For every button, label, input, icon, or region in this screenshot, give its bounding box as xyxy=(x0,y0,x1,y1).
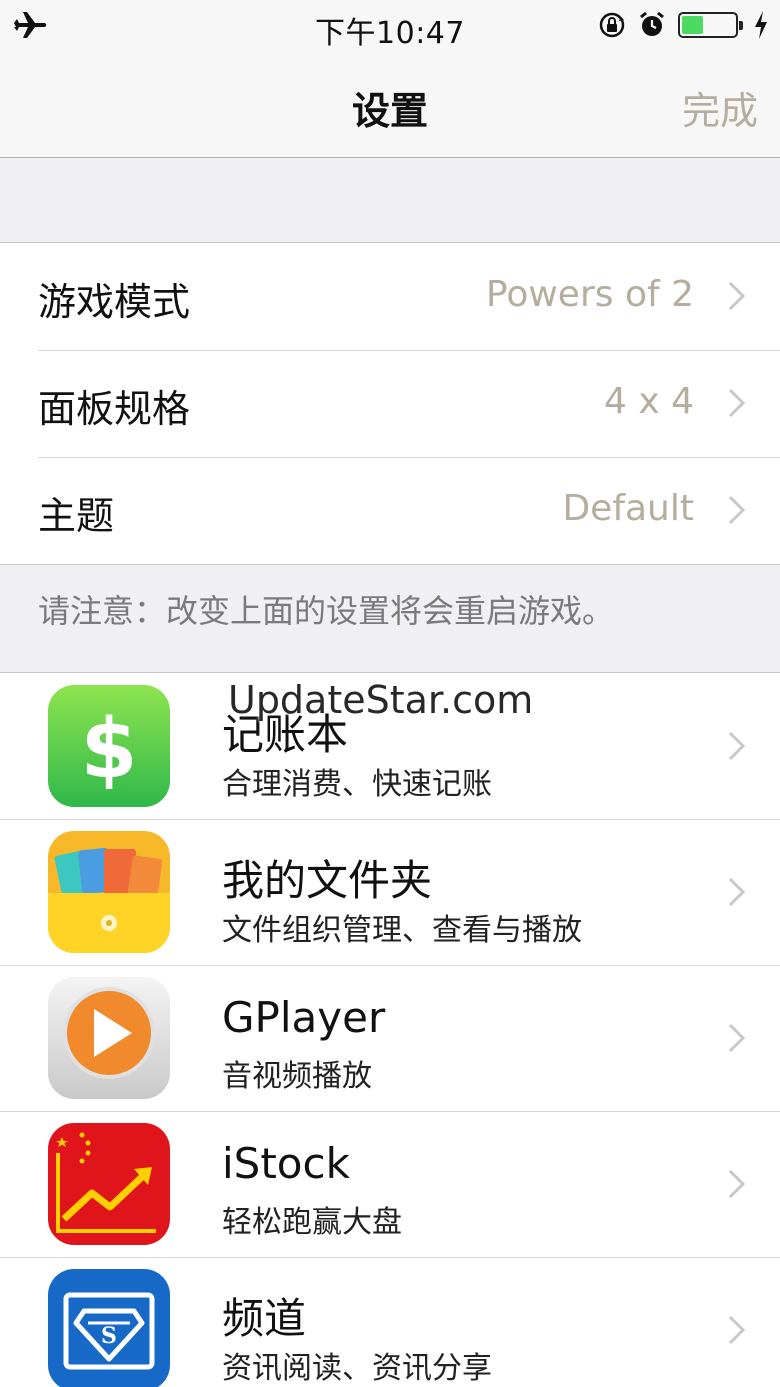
chevron-right-icon xyxy=(728,731,746,761)
dollar-icon: $ xyxy=(48,685,170,807)
app-description: 音视频播放 xyxy=(222,1059,372,1094)
app-name: GPlayer xyxy=(222,993,386,1042)
navigation-bar: 设置 完成 xyxy=(0,50,780,158)
settings-footer-note: 请注意：改变上面的设置将会重启游戏。 xyxy=(38,592,615,630)
chevron-right-icon xyxy=(728,281,746,311)
setting-value: Default xyxy=(562,488,694,529)
chevron-right-icon xyxy=(728,1169,746,1199)
setting-label: 面板规格 xyxy=(38,387,191,431)
setting-row-game-mode[interactable]: 游戏模式 Powers of 2 xyxy=(0,243,780,350)
svg-text:S: S xyxy=(101,1323,117,1349)
svg-text:$: $ xyxy=(80,702,137,797)
app-item-channel[interactable]: S 频道 资讯阅读、资讯分享 xyxy=(0,1257,780,1387)
page-title: 设置 xyxy=(351,89,428,133)
app-name: 我的文件夹 xyxy=(222,856,433,905)
charging-bolt-icon xyxy=(755,11,767,39)
app-description: 轻松跑赢大盘 xyxy=(222,1205,402,1240)
app-description: 资讯阅读、资讯分享 xyxy=(222,1351,492,1386)
shield-s-icon: S xyxy=(48,1269,170,1387)
stock-chart-icon xyxy=(48,1123,170,1245)
setting-value: Powers of 2 xyxy=(485,274,694,315)
status-bar: 下午10:47 xyxy=(0,0,780,51)
settings-group: 游戏模式 Powers of 2 面板规格 4 x 4 主题 Default xyxy=(0,242,780,565)
setting-row-board-size[interactable]: 面板规格 4 x 4 xyxy=(0,350,780,457)
chevron-right-icon xyxy=(728,1315,746,1345)
app-name: iStock xyxy=(222,1139,350,1188)
app-list: $ 记账本 合理消费、快速记账 我的文件夹 文件组织管理、查看与播放 GPlay… xyxy=(0,672,780,1387)
app-description: 合理消费、快速记账 xyxy=(222,767,492,802)
app-description: 文件组织管理、查看与播放 xyxy=(222,913,582,948)
folder-icon xyxy=(48,831,170,953)
alarm-icon xyxy=(640,11,664,36)
chevron-right-icon xyxy=(728,388,746,418)
play-icon xyxy=(48,977,170,1099)
setting-row-theme[interactable]: 主题 Default xyxy=(0,457,780,564)
battery-icon xyxy=(678,12,743,38)
chevron-right-icon xyxy=(728,1023,746,1053)
done-button[interactable]: 完成 xyxy=(682,80,758,135)
rotation-lock-icon xyxy=(599,12,625,38)
setting-label: 游戏模式 xyxy=(38,280,191,324)
app-item-gplayer[interactable]: GPlayer 音视频播放 xyxy=(0,965,780,1111)
chevron-right-icon xyxy=(728,495,746,525)
chevron-right-icon xyxy=(728,877,746,907)
setting-label: 主题 xyxy=(38,494,115,538)
app-item-my-folder[interactable]: 我的文件夹 文件组织管理、查看与播放 xyxy=(0,819,780,965)
watermark: UpdateStar.com xyxy=(228,678,534,722)
app-name: 频道 xyxy=(222,1294,307,1343)
setting-value: 4 x 4 xyxy=(604,381,694,422)
app-item-istock[interactable]: iStock 轻松跑赢大盘 xyxy=(0,1111,780,1257)
